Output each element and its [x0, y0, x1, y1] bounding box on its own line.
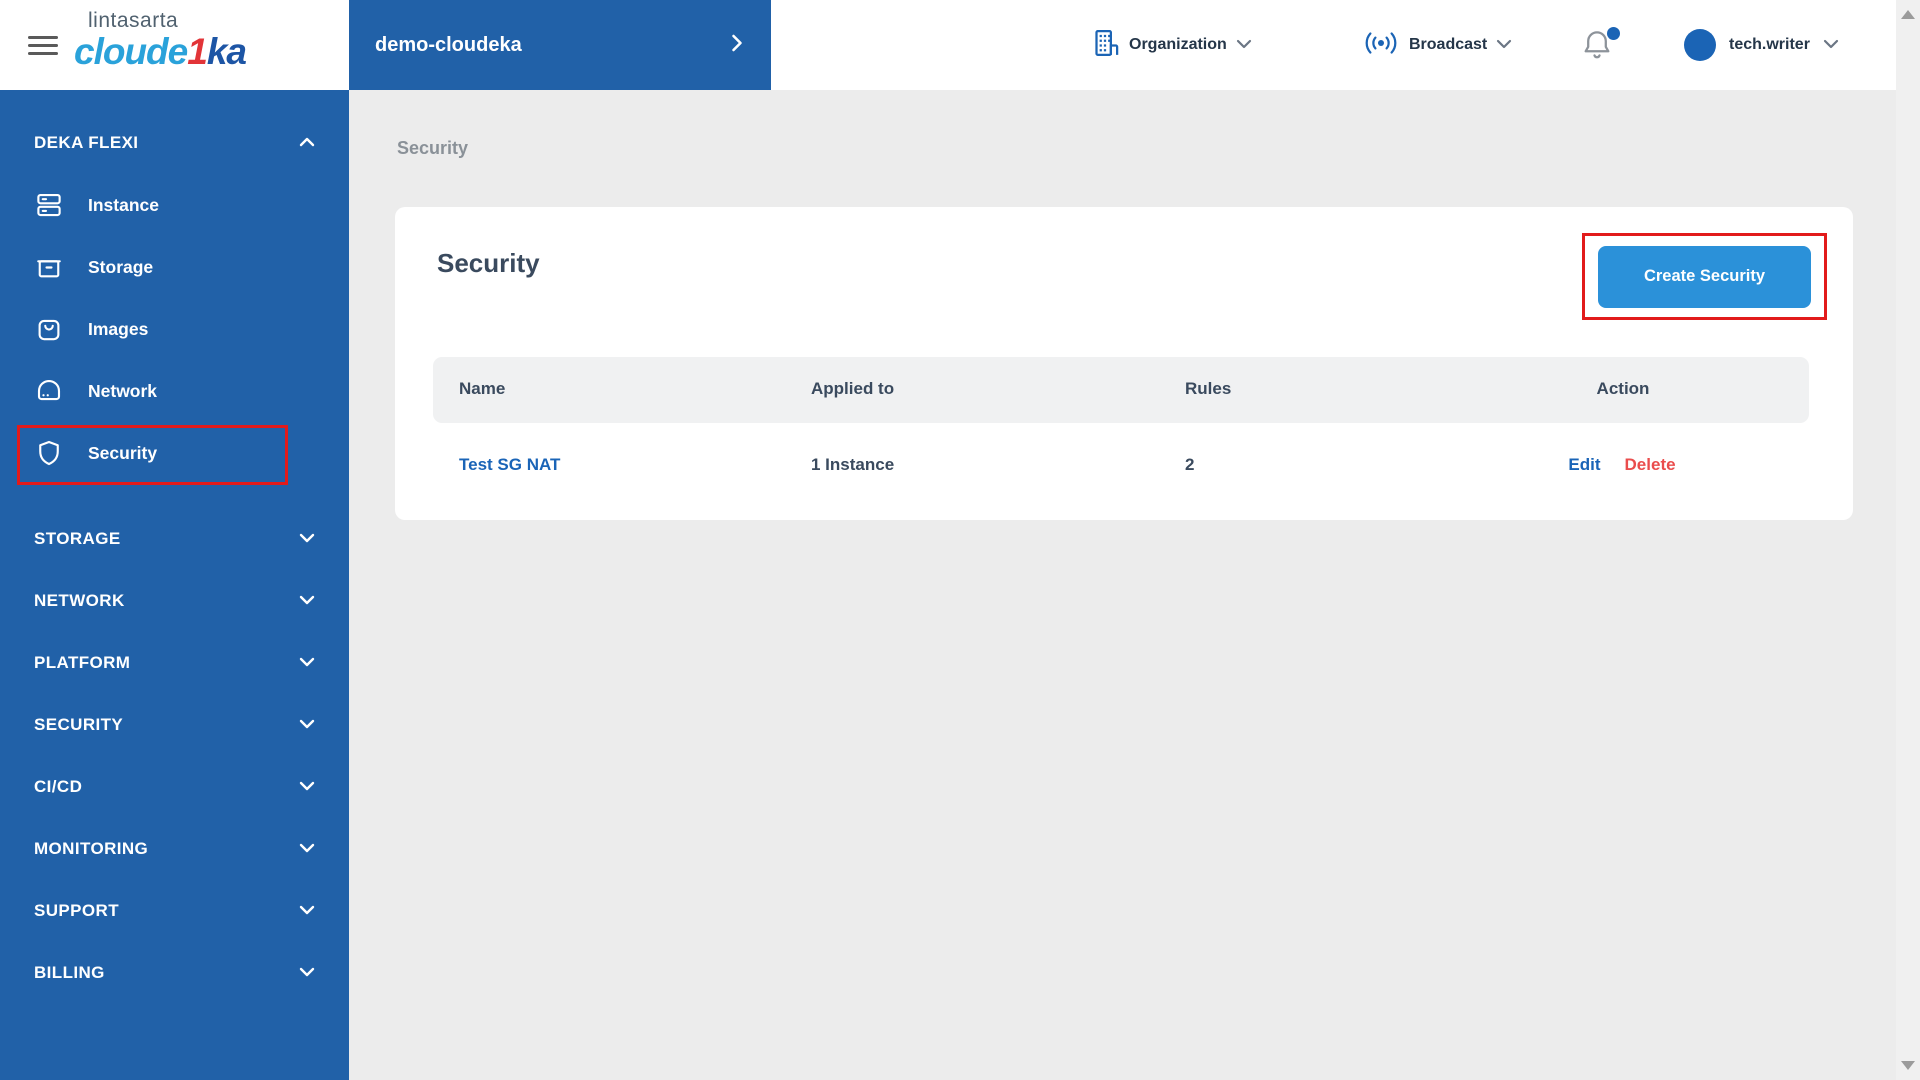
edit-link[interactable]: Edit	[1568, 455, 1600, 475]
broadcast-icon	[1362, 29, 1400, 62]
topbar: lintasarta cloude1ka demo-cloudeka Organ…	[0, 0, 1896, 90]
chevron-down-icon	[299, 778, 315, 796]
column-header-name: Name	[459, 379, 506, 398]
menu-icon[interactable]	[28, 36, 58, 55]
sidebar-item-label: Network	[88, 380, 158, 401]
sidebar-section-monitoring[interactable]: MONITORING	[0, 818, 349, 880]
broadcast-menu[interactable]: Broadcast	[1362, 0, 1512, 90]
notification-button[interactable]	[1581, 27, 1625, 67]
sidebar: DEKA FLEXI Instance Storage Images Netwo…	[0, 90, 349, 1080]
sidebar-item-label: Instance	[88, 194, 159, 215]
page-title: Security	[437, 248, 540, 278]
chevron-down-icon	[299, 716, 315, 734]
create-security-button[interactable]: Create Security	[1598, 245, 1811, 308]
bell-icon	[1581, 31, 1613, 67]
column-header-action: Action	[1596, 379, 1650, 398]
chevron-right-icon	[731, 34, 743, 57]
create-security-annotation-frame: Create Security	[1582, 233, 1827, 320]
rules-count: 2	[1185, 455, 1195, 474]
sidebar-item-storage[interactable]: Storage	[0, 236, 349, 298]
section-label: CI/CD	[34, 777, 83, 796]
section-label: SECURITY	[34, 715, 124, 734]
delete-link[interactable]: Delete	[1625, 455, 1676, 475]
chevron-down-icon	[299, 840, 315, 858]
security-card: Security Create Security Name Applied to…	[395, 207, 1853, 520]
organization-menu[interactable]: Organization	[1093, 0, 1252, 90]
chevron-down-icon	[1496, 36, 1512, 54]
breadcrumb: Security	[397, 138, 469, 158]
sidebar-section-security[interactable]: SECURITY	[0, 694, 349, 756]
storage-box-icon	[37, 260, 61, 278]
security-table: Name Applied to Rules Action Test SG NAT…	[433, 357, 1809, 511]
chevron-down-icon	[299, 530, 315, 548]
building-icon	[1093, 28, 1120, 63]
scrollbar[interactable]	[1896, 0, 1920, 1080]
chevron-down-icon	[299, 654, 315, 672]
row-actions: Edit Delete	[1515, 455, 1729, 475]
user-menu[interactable]: tech.writer	[1684, 0, 1839, 90]
brand-logo: lintasarta cloude1ka	[74, 9, 247, 72]
section-label: BILLING	[34, 963, 105, 982]
images-bag-icon	[38, 319, 60, 341]
table-header: Name Applied to Rules Action	[433, 357, 1809, 423]
avatar	[1684, 29, 1716, 61]
user-name: tech.writer	[1729, 36, 1810, 53]
table-row: Test SG NAT 1 Instance 2 Edit Delete	[433, 423, 1809, 511]
server-icon	[37, 193, 61, 217]
sidebar-section-storage[interactable]: STORAGE	[0, 508, 349, 570]
network-drive-icon	[37, 379, 61, 401]
section-label: DEKA FLEXI	[34, 133, 139, 152]
sidebar-section-billing[interactable]: BILLING	[0, 942, 349, 1004]
notification-dot	[1607, 27, 1620, 40]
shield-icon	[39, 440, 59, 466]
sidebar-section-cicd[interactable]: CI/CD	[0, 756, 349, 818]
security-group-link[interactable]: Test SG NAT	[459, 455, 560, 475]
scroll-up-icon[interactable]	[1901, 10, 1915, 19]
sidebar-item-security[interactable]: Security	[0, 422, 349, 484]
sidebar-section-support[interactable]: SUPPORT	[0, 880, 349, 942]
sidebar-section-network[interactable]: NETWORK	[0, 570, 349, 632]
scroll-down-icon[interactable]	[1901, 1061, 1915, 1070]
cloudeka-wordmark: cloude1ka	[74, 31, 247, 72]
column-header-rules: Rules	[1185, 379, 1232, 398]
sidebar-item-label: Security	[88, 442, 158, 463]
chevron-down-icon	[1823, 36, 1839, 54]
section-label: NETWORK	[34, 591, 125, 610]
sidebar-section-platform[interactable]: PLATFORM	[0, 632, 349, 694]
section-label: SUPPORT	[34, 901, 119, 920]
sidebar-item-label: Images	[88, 318, 149, 339]
section-label: MONITORING	[34, 839, 149, 858]
project-selector[interactable]: demo-cloudeka	[349, 0, 771, 90]
organization-label: Organization	[1129, 36, 1227, 53]
chevron-down-icon	[299, 592, 315, 610]
chevron-up-icon	[299, 134, 315, 152]
section-label: STORAGE	[34, 529, 121, 548]
sidebar-item-network[interactable]: Network	[0, 360, 349, 422]
broadcast-label: Broadcast	[1409, 36, 1488, 53]
applied-to-value: 1 Instance	[811, 455, 895, 474]
sidebar-item-label: Storage	[88, 256, 154, 277]
lintasarta-wordmark: lintasarta	[88, 9, 179, 32]
chevron-down-icon	[299, 902, 315, 920]
project-name: demo-cloudeka	[375, 33, 522, 56]
chevron-down-icon	[299, 964, 315, 982]
chevron-down-icon	[1236, 36, 1252, 54]
sidebar-item-images[interactable]: Images	[0, 298, 349, 360]
sidebar-item-instance[interactable]: Instance	[0, 174, 349, 236]
sidebar-section-deka-flexi[interactable]: DEKA FLEXI	[0, 112, 349, 174]
column-header-applied-to: Applied to	[811, 379, 895, 398]
section-label: PLATFORM	[34, 653, 131, 672]
